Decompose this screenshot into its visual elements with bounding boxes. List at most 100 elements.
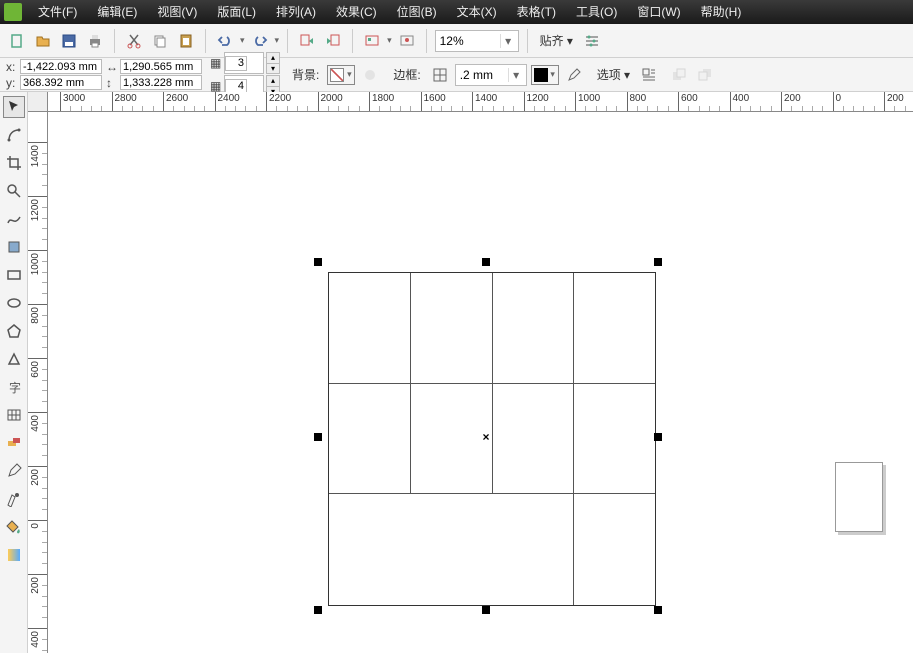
standard-toolbar: ▾ ▾ ▾ ▾ 贴齐 ▾ xyxy=(0,24,913,58)
size-group: ↔ ↕ xyxy=(106,59,202,90)
x-label: x: xyxy=(6,60,18,74)
new-button[interactable] xyxy=(6,30,28,52)
selection-handle[interactable] xyxy=(654,606,662,614)
ruler-origin[interactable] xyxy=(28,92,48,112)
menu-help[interactable]: 帮助(H) xyxy=(691,0,752,24)
toolbox: 字 xyxy=(0,92,28,653)
dimension-tool[interactable] xyxy=(3,432,25,454)
options-button[interactable] xyxy=(581,30,603,52)
export-button[interactable] xyxy=(322,30,344,52)
menu-layout[interactable]: 版面(L) xyxy=(207,0,266,24)
zoom-tool[interactable] xyxy=(3,180,25,202)
table-dims-group: ▦ ▴▾ ▦ ▴▾ xyxy=(210,52,280,97)
selection-handle[interactable] xyxy=(314,606,322,614)
undo-dropdown[interactable]: ▾ xyxy=(240,35,245,46)
options-label[interactable]: 选项 ▾ xyxy=(597,66,630,83)
open-button[interactable] xyxy=(32,30,54,52)
selection-center: × xyxy=(481,432,491,442)
snap-button[interactable]: 贴齐 ▾ xyxy=(540,32,573,49)
selection-handle[interactable] xyxy=(314,433,322,441)
interactive-fill-tool[interactable] xyxy=(3,544,25,566)
height-input[interactable] xyxy=(120,75,202,90)
app-launcher-dropdown[interactable]: ▾ xyxy=(387,35,392,46)
outline-tool[interactable] xyxy=(3,488,25,510)
copy-button[interactable] xyxy=(149,30,171,52)
rows-icon: ▦ xyxy=(210,79,222,93)
menu-bitmap[interactable]: 位图(B) xyxy=(387,0,447,24)
menu-effects[interactable]: 效果(C) xyxy=(326,0,387,24)
welcome-button[interactable] xyxy=(396,30,418,52)
menu-table[interactable]: 表格(T) xyxy=(507,0,566,24)
selection-handle[interactable] xyxy=(314,258,322,266)
property-bar: x: y: ↔ ↕ ▦ ▴▾ ▦ ▴▾ 背景: ▾ 边框: ▾ ▾ 选项 ▾ xyxy=(0,58,913,92)
crop-tool[interactable] xyxy=(3,152,25,174)
border-label: 边框: xyxy=(393,66,420,83)
app-launcher-button[interactable] xyxy=(361,30,383,52)
to-front-button xyxy=(668,64,690,86)
cols-spinner[interactable]: ▴▾ xyxy=(266,52,280,74)
shape-tool[interactable] xyxy=(3,124,25,146)
border-color[interactable]: ▾ xyxy=(531,65,559,85)
y-label: y: xyxy=(6,76,18,90)
width-input[interactable] xyxy=(120,59,202,74)
zoom-dropdown[interactable]: ▾ xyxy=(500,34,516,48)
selection-handle[interactable] xyxy=(482,606,490,614)
paste-button[interactable] xyxy=(175,30,197,52)
pick-tool[interactable] xyxy=(3,96,25,118)
cut-button[interactable] xyxy=(123,30,145,52)
eyedropper-tool[interactable] xyxy=(3,460,25,482)
menu-file[interactable]: 文件(F) xyxy=(28,0,87,24)
outline-width-combo[interactable]: ▾ xyxy=(455,64,527,86)
redo-dropdown[interactable]: ▾ xyxy=(275,35,280,46)
selected-table[interactable] xyxy=(328,272,656,606)
width-icon: ↔ xyxy=(106,60,118,74)
position-group: x: y: xyxy=(6,59,102,90)
page-shadow xyxy=(835,462,883,532)
svg-text:字: 字 xyxy=(9,380,21,395)
zoom-input[interactable] xyxy=(436,31,500,51)
menu-text[interactable]: 文本(X) xyxy=(447,0,507,24)
ellipse-tool[interactable] xyxy=(3,292,25,314)
selection-handle[interactable] xyxy=(654,258,662,266)
y-input[interactable] xyxy=(20,75,102,90)
import-button[interactable] xyxy=(296,30,318,52)
menu-edit[interactable]: 编辑(E) xyxy=(87,0,147,24)
edit-fill-button xyxy=(359,64,381,86)
outline-pen-button[interactable] xyxy=(563,64,585,86)
menu-tools[interactable]: 工具(O) xyxy=(566,0,627,24)
canvas[interactable]: × xyxy=(48,112,913,653)
selection-handle[interactable] xyxy=(654,433,662,441)
border-select-button[interactable] xyxy=(429,64,451,86)
cols-input[interactable] xyxy=(225,56,247,71)
menu-arrange[interactable]: 排列(A) xyxy=(266,0,326,24)
freehand-tool[interactable] xyxy=(3,208,25,230)
basic-shapes-tool[interactable] xyxy=(3,348,25,370)
cols-icon: ▦ xyxy=(210,56,222,70)
wrap-text-button[interactable] xyxy=(638,64,660,86)
to-back-button xyxy=(694,64,716,86)
table-tool[interactable] xyxy=(3,404,25,426)
zoom-combo[interactable]: ▾ xyxy=(435,30,519,52)
fill-tool[interactable] xyxy=(3,516,25,538)
horizontal-ruler[interactable]: 3000280026002400220020001800160014001200… xyxy=(48,92,913,112)
menu-window[interactable]: 窗口(W) xyxy=(627,0,690,24)
redo-button[interactable] xyxy=(249,30,271,52)
polygon-tool[interactable] xyxy=(3,320,25,342)
text-tool[interactable]: 字 xyxy=(3,376,25,398)
smart-fill-tool[interactable] xyxy=(3,236,25,258)
outline-width-input[interactable] xyxy=(456,65,508,85)
x-input[interactable] xyxy=(20,59,102,74)
save-button[interactable] xyxy=(58,30,80,52)
bg-label: 背景: xyxy=(292,66,319,83)
vertical-ruler[interactable]: 1400120010008006004002000200400 xyxy=(28,112,48,653)
bg-color[interactable]: ▾ xyxy=(327,65,355,85)
rectangle-tool[interactable] xyxy=(3,264,25,286)
app-icon xyxy=(4,3,22,21)
selection-handle[interactable] xyxy=(482,258,490,266)
menu-bar: 文件(F) 编辑(E) 视图(V) 版面(L) 排列(A) 效果(C) 位图(B… xyxy=(0,0,913,24)
undo-button[interactable] xyxy=(214,30,236,52)
menu-view[interactable]: 视图(V) xyxy=(147,0,207,24)
canvas-area: 3000280026002400220020001800160014001200… xyxy=(28,92,913,653)
height-icon: ↕ xyxy=(106,76,118,90)
print-button[interactable] xyxy=(84,30,106,52)
